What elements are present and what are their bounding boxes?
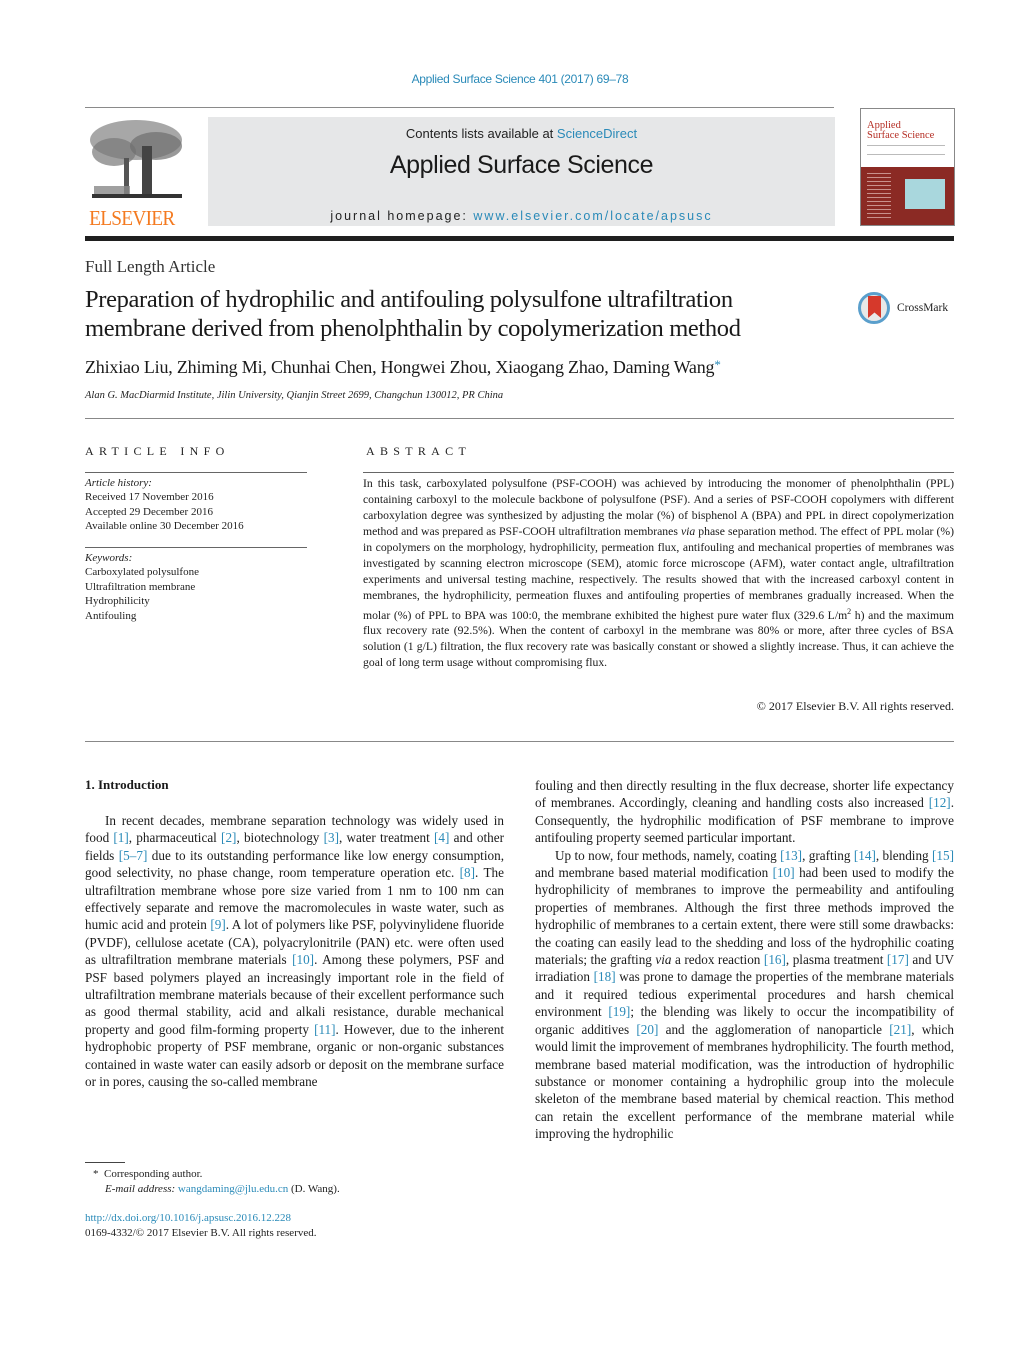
reference-link[interactable]: [9] bbox=[210, 917, 225, 932]
doi-link[interactable]: http://dx.doi.org/10.1016/j.apsusc.2016.… bbox=[85, 1211, 317, 1226]
keyword: Antifouling bbox=[85, 609, 137, 622]
cover-title: Applied Surface Science bbox=[867, 120, 935, 141]
journal-homepage: journal homepage: www.elsevier.com/locat… bbox=[208, 209, 835, 223]
email-label: E-mail address: bbox=[105, 1183, 178, 1195]
email-suffix: (D. Wang). bbox=[288, 1183, 340, 1195]
section-divider bbox=[85, 418, 954, 419]
article-title: Preparation of hydrophilic and antifouli… bbox=[85, 285, 845, 343]
reference-link[interactable]: [11] bbox=[314, 1022, 335, 1037]
author-email-link[interactable]: wangdaming@jlu.edu.cn bbox=[178, 1183, 288, 1195]
text-run: and membrane based material modification bbox=[535, 865, 773, 881]
section-divider bbox=[85, 741, 954, 742]
elsevier-tree-icon bbox=[90, 120, 182, 198]
text-run: , which would limit the improvement of m… bbox=[535, 1021, 954, 1142]
text-run: , pharmaceutical bbox=[128, 830, 222, 846]
homepage-link[interactable]: www.elsevier.com/locate/apsusc bbox=[473, 209, 712, 223]
reference-link[interactable]: [1] bbox=[113, 830, 128, 845]
text-run: , blending bbox=[875, 847, 933, 863]
reference-link[interactable]: [20] bbox=[636, 1022, 658, 1037]
section-heading-introduction: 1. Introduction bbox=[85, 777, 169, 792]
footnote-divider bbox=[85, 1162, 125, 1163]
reference-link[interactable]: [19] bbox=[608, 1004, 630, 1019]
keyword: Hydrophilicity bbox=[85, 595, 150, 608]
abstract-heading: ABSTRACT bbox=[366, 444, 472, 458]
reference-link[interactable]: [15] bbox=[932, 848, 954, 863]
article-info-heading: ARTICLE INFO bbox=[85, 444, 230, 458]
elsevier-wordmark: ELSEVIER bbox=[89, 206, 175, 230]
journal-citation-link[interactable]: Applied Surface Science 401 (2017) 69–78 bbox=[0, 72, 1020, 86]
doi-block: http://dx.doi.org/10.1016/j.apsusc.2016.… bbox=[85, 1211, 317, 1240]
text-run: due to its outstanding performance like … bbox=[85, 847, 504, 881]
text-run: and the agglomeration of nanoparticle bbox=[658, 1021, 890, 1037]
corresponding-author-marker[interactable]: * bbox=[714, 357, 721, 372]
received-date: Received 17 November 2016 bbox=[85, 491, 214, 504]
keywords-label: Keywords: bbox=[85, 552, 133, 564]
keyword: Carboxylated polysulfone bbox=[85, 566, 199, 579]
sciencedirect-link[interactable]: ScienceDirect bbox=[557, 126, 637, 141]
contents-prefix: Contents lists available at bbox=[405, 126, 557, 141]
reference-link[interactable]: [10] bbox=[773, 865, 795, 880]
text-run: Up to now, four methods, namely, coating bbox=[555, 847, 781, 863]
reference-link[interactable]: [17] bbox=[887, 952, 909, 967]
authors-text: Zhixiao Liu, Zhiming Mi, Chunhai Chen, H… bbox=[85, 357, 715, 377]
article-info-divider bbox=[85, 472, 307, 473]
abstract-copyright: © 2017 Elsevier B.V. All rights reserved… bbox=[756, 699, 954, 713]
article-history: Article history: Received 17 November 20… bbox=[85, 476, 244, 534]
body-column-left: In recent decades, membrane separation t… bbox=[85, 812, 504, 1091]
reference-link[interactable]: [2] bbox=[221, 830, 236, 845]
masthead-thick-rule bbox=[85, 236, 954, 241]
cover-subtitle-lines bbox=[867, 145, 945, 155]
reference-link[interactable]: [3] bbox=[324, 830, 339, 845]
affiliation: Alan G. MacDiarmid Institute, Jilin Univ… bbox=[85, 390, 504, 401]
journal-cover-thumbnail[interactable]: Applied Surface Science bbox=[860, 108, 955, 226]
text-run: , plasma treatment bbox=[785, 952, 887, 968]
keyword: Ultrafiltration membrane bbox=[85, 580, 196, 593]
issn-copyright: 0169-4332/© 2017 Elsevier B.V. All right… bbox=[85, 1226, 317, 1239]
homepage-prefix: journal homepage: bbox=[330, 209, 474, 223]
history-label: Article history: bbox=[85, 477, 152, 489]
article-title-line: Preparation of hydrophilic and antifouli… bbox=[85, 286, 733, 313]
keywords: Keywords: Carboxylated polysulfone Ultra… bbox=[85, 551, 199, 623]
abstract-text: In this task, carboxylated polysulfone (… bbox=[363, 477, 954, 670]
text-run: , biotechnology bbox=[236, 830, 324, 846]
footnote-star: * bbox=[93, 1168, 99, 1180]
paragraph: Up to now, four methods, namely, coating… bbox=[535, 847, 954, 1143]
crossmark-label: CrossMark bbox=[897, 302, 949, 314]
text-run: fouling and then directly resulting in t… bbox=[535, 778, 954, 811]
reference-link[interactable]: [18] bbox=[594, 969, 616, 984]
abstract-divider bbox=[363, 472, 954, 473]
cover-contents-lines bbox=[867, 173, 891, 219]
journal-title: Applied Surface Science bbox=[389, 151, 654, 179]
paragraph: fouling and then directly resulting in t… bbox=[535, 777, 954, 847]
corresponding-author-footnote: * Corresponding author. E-mail address: … bbox=[85, 1167, 340, 1197]
author-list: Zhixiao Liu, Zhiming Mi, Chunhai Chen, H… bbox=[85, 357, 721, 378]
text-run: , water treatment bbox=[339, 830, 435, 846]
online-date: Available online 30 December 2016 bbox=[85, 520, 244, 533]
article-type: Full Length Article bbox=[85, 257, 216, 276]
reference-link[interactable]: [13] bbox=[780, 848, 802, 863]
reference-link[interactable]: [14] bbox=[854, 848, 876, 863]
reference-link[interactable]: [4] bbox=[434, 830, 449, 845]
text-run: , grafting bbox=[802, 847, 854, 863]
cover-image bbox=[905, 179, 945, 209]
reference-link[interactable]: [5–7] bbox=[119, 848, 148, 863]
contents-availability: Contents lists available at ScienceDirec… bbox=[208, 126, 835, 141]
header-divider bbox=[85, 107, 834, 108]
footnote-corresponding: Corresponding author. bbox=[104, 1168, 203, 1180]
paragraph: In recent decades, membrane separation t… bbox=[85, 812, 504, 1091]
reference-link[interactable]: [10] bbox=[292, 952, 314, 967]
journal-banner: Contents lists available at ScienceDirec… bbox=[208, 117, 835, 226]
crossmark-button[interactable]: CrossMark bbox=[857, 290, 957, 330]
accepted-date: Accepted 29 December 2016 bbox=[85, 505, 213, 518]
reference-link[interactable]: [8] bbox=[460, 865, 475, 880]
article-title-line: membrane derived from phenolphthalin by … bbox=[85, 315, 741, 342]
reference-link[interactable]: [16] bbox=[764, 952, 786, 967]
article-info-divider bbox=[85, 547, 307, 548]
italic-term: via bbox=[655, 952, 672, 968]
text-run: a redox reaction bbox=[671, 952, 764, 968]
body-column-right: fouling and then directly resulting in t… bbox=[535, 777, 954, 1143]
reference-link[interactable]: [12] bbox=[929, 795, 951, 810]
reference-link[interactable]: [21] bbox=[889, 1022, 911, 1037]
elsevier-logo[interactable]: ELSEVIER bbox=[84, 116, 188, 230]
